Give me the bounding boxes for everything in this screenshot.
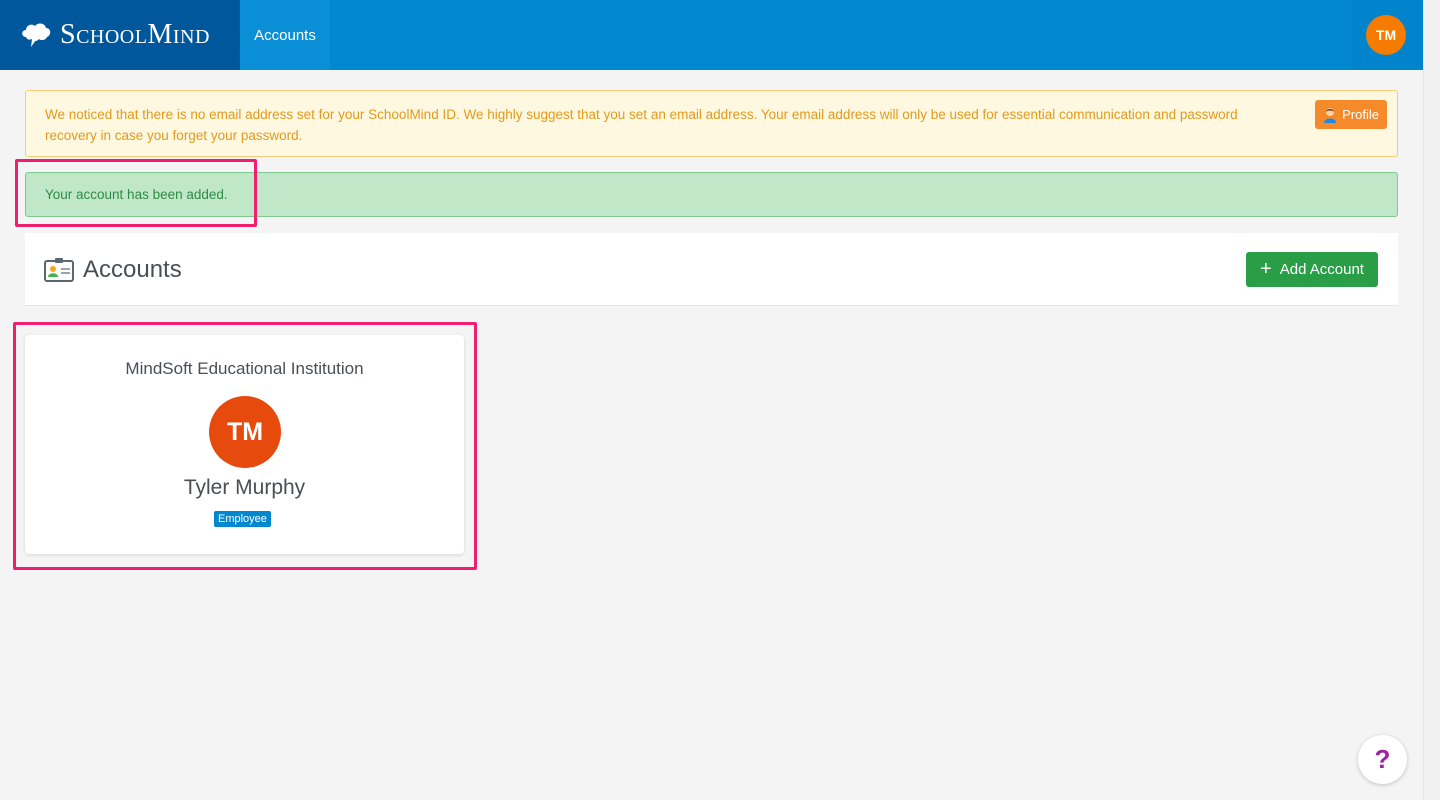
profile-button[interactable]: Profile	[1315, 100, 1387, 129]
brand-name: SchoolMind	[60, 19, 210, 50]
user-avatar-button[interactable]: TM	[1366, 15, 1406, 55]
person-icon	[1324, 107, 1337, 123]
profile-button-label: Profile	[1342, 107, 1379, 122]
account-role-badge: Employee	[214, 511, 271, 527]
cloud-brain-icon	[22, 23, 51, 47]
id-card-icon	[44, 258, 74, 282]
accounts-header-panel: Accounts + Add Account	[25, 233, 1398, 306]
success-alert: Your account has been added.	[25, 172, 1398, 217]
account-name: Tyler Murphy	[183, 476, 306, 499]
success-text: Your account has been added.	[45, 187, 228, 202]
warning-text: We noticed that there is no email addres…	[45, 107, 1238, 143]
nav-tab-accounts[interactable]: Accounts	[240, 0, 330, 70]
email-warning-alert: We noticed that there is no email addres…	[25, 90, 1398, 157]
add-account-button[interactable]: + Add Account	[1246, 252, 1378, 287]
account-organization: MindSoft Educational Institution	[125, 359, 364, 378]
top-navbar: SchoolMind Accounts TM	[0, 0, 1423, 70]
account-avatar: TM	[209, 396, 281, 468]
plus-icon: +	[1260, 257, 1272, 280]
page: SchoolMind Accounts TM We noticed that t…	[0, 0, 1440, 800]
page-title: Accounts	[83, 256, 182, 283]
add-account-label: Add Account	[1279, 261, 1364, 278]
account-card[interactable]: MindSoft Educational Institution TM Tyle…	[25, 335, 464, 554]
help-button[interactable]: ?	[1358, 735, 1407, 784]
brand-logo-link[interactable]: SchoolMind	[0, 0, 240, 70]
vertical-scrollbar[interactable]	[1423, 0, 1440, 800]
